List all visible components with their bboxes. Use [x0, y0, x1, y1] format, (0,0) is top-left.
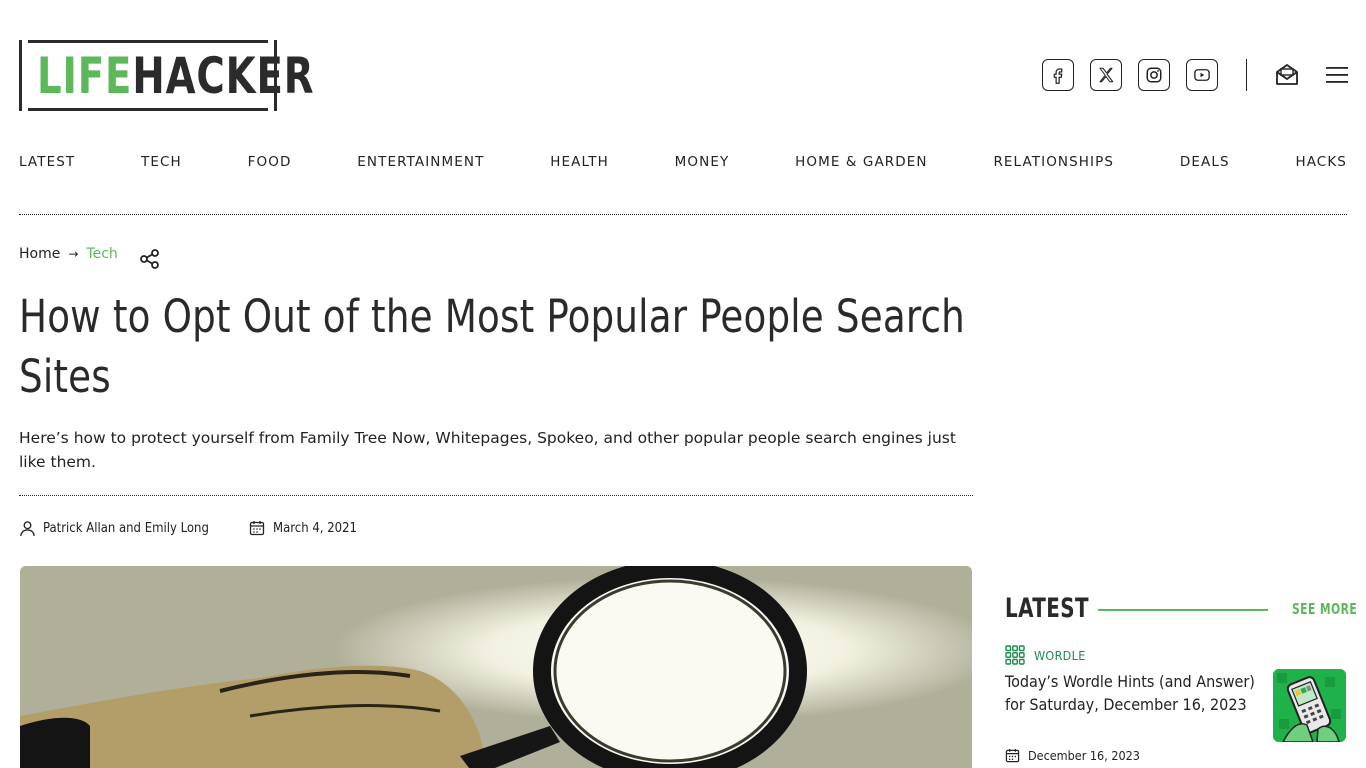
calendar-icon — [249, 521, 265, 536]
nav-divider — [19, 214, 1347, 215]
author-icon — [20, 521, 35, 537]
article-title: How to Opt Out of the Most Popular Peopl… — [19, 290, 965, 403]
breadcrumb: Home → Tech — [19, 246, 118, 262]
x-icon[interactable] — [1090, 59, 1122, 91]
grid-icon — [1005, 645, 1025, 665]
hamburger-menu-icon[interactable] — [1326, 66, 1348, 84]
instagram-icon[interactable] — [1138, 59, 1170, 91]
sidebar-item-title[interactable]: Today’s Wordle Hints (and Answer) for Sa… — [1005, 671, 1261, 716]
nav-item-entertainment[interactable]: ENTERTAINMENT — [357, 154, 484, 170]
social-links — [1042, 59, 1218, 91]
breadcrumb-home[interactable]: Home — [19, 246, 60, 262]
logo-wordmark: LIFEHACKER — [37, 47, 315, 105]
nav-item-home-garden[interactable]: HOME & GARDEN — [795, 154, 927, 170]
nav-item-health[interactable]: HEALTH — [550, 154, 609, 170]
sidebar-item-thumbnail[interactable] — [1273, 669, 1346, 742]
article-divider — [19, 495, 973, 496]
site-logo[interactable]: LIFEHACKER — [19, 40, 314, 111]
header-divider — [1246, 59, 1247, 91]
youtube-icon[interactable] — [1186, 59, 1218, 91]
hero-image — [20, 566, 972, 768]
nav-item-latest[interactable]: LATEST — [19, 154, 75, 170]
author-links[interactable]: Patrick Allan and Emily Long — [43, 521, 209, 536]
sidebar-item-category: WORDLE — [1005, 645, 1086, 665]
mail-icon[interactable] — [1274, 62, 1300, 88]
category-link[interactable]: WORDLE — [1034, 648, 1086, 663]
sidebar-item-date-text: December 16, 2023 — [1028, 748, 1140, 763]
publish-date: March 4, 2021 — [249, 520, 357, 536]
nav-item-hacks[interactable]: HACKS — [1295, 154, 1347, 170]
see-more-link[interactable]: SEE MORE — [1292, 600, 1357, 618]
latest-heading: LATEST — [1005, 593, 1089, 624]
breadcrumb-arrow-icon: → — [68, 247, 79, 261]
nav-item-tech[interactable]: TECH — [141, 154, 182, 170]
main-nav: LATEST TECH FOOD ENTERTAINMENT HEALTH MO… — [19, 154, 1347, 170]
breadcrumb-section[interactable]: Tech — [86, 246, 117, 262]
share-icon[interactable] — [139, 248, 161, 270]
nav-item-money[interactable]: MONEY — [675, 154, 730, 170]
sidebar-item-date: December 16, 2023 — [1005, 748, 1140, 763]
publish-date-text: March 4, 2021 — [273, 520, 357, 536]
nav-item-relationships[interactable]: RELATIONSHIPS — [993, 154, 1114, 170]
facebook-icon[interactable] — [1042, 59, 1074, 91]
calendar-icon — [1005, 748, 1020, 763]
byline: Patrick Allan and Emily Long — [19, 520, 209, 537]
latest-heading-rule — [1098, 609, 1268, 611]
nav-item-deals[interactable]: DEALS — [1180, 154, 1230, 170]
article-subtitle: Here’s how to protect yourself from Fami… — [19, 429, 956, 471]
nav-item-food[interactable]: FOOD — [248, 154, 292, 170]
